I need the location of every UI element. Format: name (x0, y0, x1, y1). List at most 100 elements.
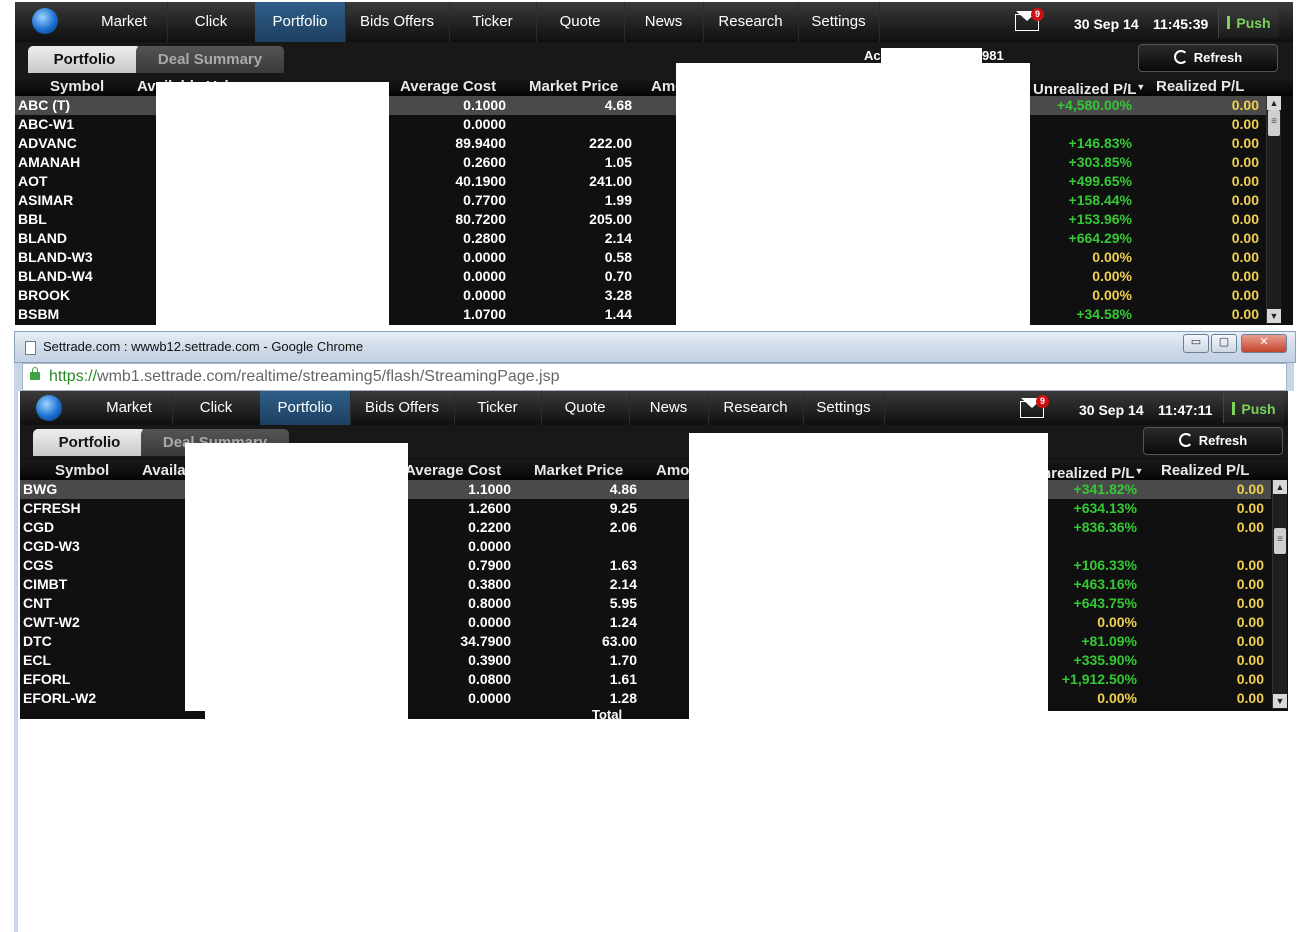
nav-click[interactable]: Click (172, 391, 261, 425)
refresh-button[interactable]: Refresh (1143, 427, 1283, 455)
nav-news[interactable]: News (624, 2, 704, 42)
cell-avg: 0.0000 (468, 538, 511, 554)
date-label: 30 Sep 14 (1079, 402, 1144, 418)
cell-real: 0.00 (1231, 211, 1259, 227)
redacted-area (676, 63, 1030, 325)
cell-real: 0.00 (1231, 116, 1259, 132)
tab-portfolio[interactable]: Portfolio (28, 46, 141, 73)
vertical-scrollbar[interactable]: ▲ ≡ ▼ (1272, 480, 1287, 709)
cell-real: 0.00 (1236, 576, 1264, 592)
cell-avg: 80.7200 (455, 211, 506, 227)
col-avg-cost[interactable]: Average Cost (405, 460, 501, 480)
nav-settings[interactable]: Settings (803, 391, 885, 425)
cell-unreal: +303.85% (1068, 154, 1132, 170)
scroll-thumb[interactable]: ≡ (1274, 528, 1286, 554)
nav-click[interactable]: Click (167, 2, 256, 42)
col-symbol[interactable]: Symbol (55, 460, 109, 480)
cell-price: 1.61 (609, 671, 637, 687)
col-symbol[interactable]: Symbol (50, 76, 104, 96)
cell-unreal: 0.00% (1092, 249, 1132, 265)
app-logo-icon[interactable] (32, 8, 58, 34)
time-label: 11:47:11 (1158, 402, 1213, 418)
nav-research[interactable]: Research (708, 391, 804, 425)
close-button[interactable]: ✕ (1241, 334, 1287, 353)
tab-deal-summary[interactable]: Deal Summary (136, 46, 284, 73)
cell-avg: 0.0000 (463, 249, 506, 265)
scroll-down-icon[interactable]: ▼ (1267, 309, 1281, 323)
cell-avg: 0.2200 (468, 519, 511, 535)
cell-price: 63.00 (601, 633, 637, 649)
page-icon (25, 341, 36, 355)
cell-unreal: +4,580.00% (1056, 97, 1132, 113)
nav-ticker[interactable]: Ticker (449, 2, 537, 42)
scroll-down-icon[interactable]: ▼ (1273, 694, 1287, 708)
cell-price: 2.06 (609, 519, 637, 535)
refresh-button[interactable]: Refresh (1138, 44, 1278, 72)
cell-price: 222.00 (589, 135, 632, 151)
col-realized-pl[interactable]: Realized P/L (1156, 76, 1244, 96)
nav-market[interactable]: Market (81, 2, 168, 42)
cell-real: 0.00 (1236, 652, 1264, 668)
cell-price: 1.05 (604, 154, 632, 170)
scroll-thumb[interactable]: ≡ (1268, 110, 1280, 136)
col-realized-pl[interactable]: Realized P/L (1161, 460, 1249, 480)
cell-avg: 0.0800 (468, 671, 511, 687)
redacted-area (156, 82, 389, 325)
push-button[interactable]: Push (1218, 6, 1279, 38)
cell-price: 205.00 (589, 211, 632, 227)
url-host: wmb1.settrade.com (97, 368, 237, 385)
mail-count-badge: 9 (1036, 395, 1049, 408)
sort-desc-icon: ▼ (1136, 82, 1146, 92)
cell-price: 241.00 (589, 173, 632, 189)
nav-bids-offers[interactable]: Bids Offers (350, 391, 455, 425)
cell-real: 0.00 (1231, 230, 1259, 246)
nav-research[interactable]: Research (703, 2, 799, 42)
scroll-up-icon[interactable]: ▲ (1273, 480, 1287, 494)
tab-portfolio[interactable]: Portfolio (33, 429, 146, 456)
cell-symbol: DTC (23, 633, 52, 649)
cell-real: 0.00 (1231, 306, 1259, 322)
streaming-window-2: Market Click Portfolio Bids Offers Ticker Quo… (20, 391, 1288, 711)
refresh-icon (1178, 433, 1193, 447)
cell-symbol: BLAND (18, 230, 67, 246)
sort-desc-icon: ▼ (1134, 466, 1144, 476)
cell-price: 1.24 (609, 614, 637, 630)
address-bar[interactable]: https://wmb1.settrade.com/realtime/strea… (22, 363, 1287, 391)
nav-quote[interactable]: Quote (541, 391, 630, 425)
cell-price: 1.44 (604, 306, 632, 322)
vertical-scrollbar[interactable]: ▲ ≡ ▼ (1266, 96, 1281, 324)
col-unrealized-pl[interactable]: Unrealized P/L▼ (1033, 76, 1146, 98)
push-button[interactable]: Push (1223, 393, 1284, 423)
account-prefix: Ac (864, 48, 881, 63)
nav-ticker[interactable]: Ticker (454, 391, 542, 425)
col-unrealized-pl[interactable]: nrealized P/L▼ (1042, 460, 1144, 482)
col-avg-cost[interactable]: Average Cost (400, 76, 496, 96)
minimize-button[interactable]: ▭ (1183, 334, 1209, 353)
col-market-price[interactable]: Market Price (534, 460, 623, 480)
cell-avg: 0.0000 (463, 287, 506, 303)
col-market-price[interactable]: Market Price (529, 76, 618, 96)
cell-avg: 40.1900 (455, 173, 506, 189)
col-available-vol[interactable]: Availa (142, 460, 186, 480)
cell-real: 0.00 (1231, 268, 1259, 284)
cell-avg: 0.2800 (463, 230, 506, 246)
cell-symbol: ASIMAR (18, 192, 74, 208)
nav-bids-offers[interactable]: Bids Offers (345, 2, 450, 42)
cell-avg: 0.8000 (468, 595, 511, 611)
app-logo-icon[interactable] (36, 395, 62, 421)
time-label: 11:45:39 (1153, 16, 1209, 32)
cell-real: 0.00 (1236, 519, 1264, 535)
nav-quote[interactable]: Quote (536, 2, 625, 42)
cell-real: 0.00 (1236, 595, 1264, 611)
nav-portfolio[interactable]: Portfolio (260, 391, 351, 425)
cell-price: 1.70 (609, 652, 637, 668)
nav-settings[interactable]: Settings (798, 2, 880, 42)
cell-unreal: 0.00% (1092, 268, 1132, 284)
cell-real: 0.00 (1236, 614, 1264, 630)
nav-market[interactable]: Market (86, 391, 173, 425)
nav-news[interactable]: News (629, 391, 709, 425)
scroll-up-icon[interactable]: ▲ (1267, 96, 1281, 110)
cell-avg: 0.7900 (468, 557, 511, 573)
maximize-button[interactable]: ▢ (1211, 334, 1237, 353)
nav-portfolio[interactable]: Portfolio (255, 2, 346, 42)
